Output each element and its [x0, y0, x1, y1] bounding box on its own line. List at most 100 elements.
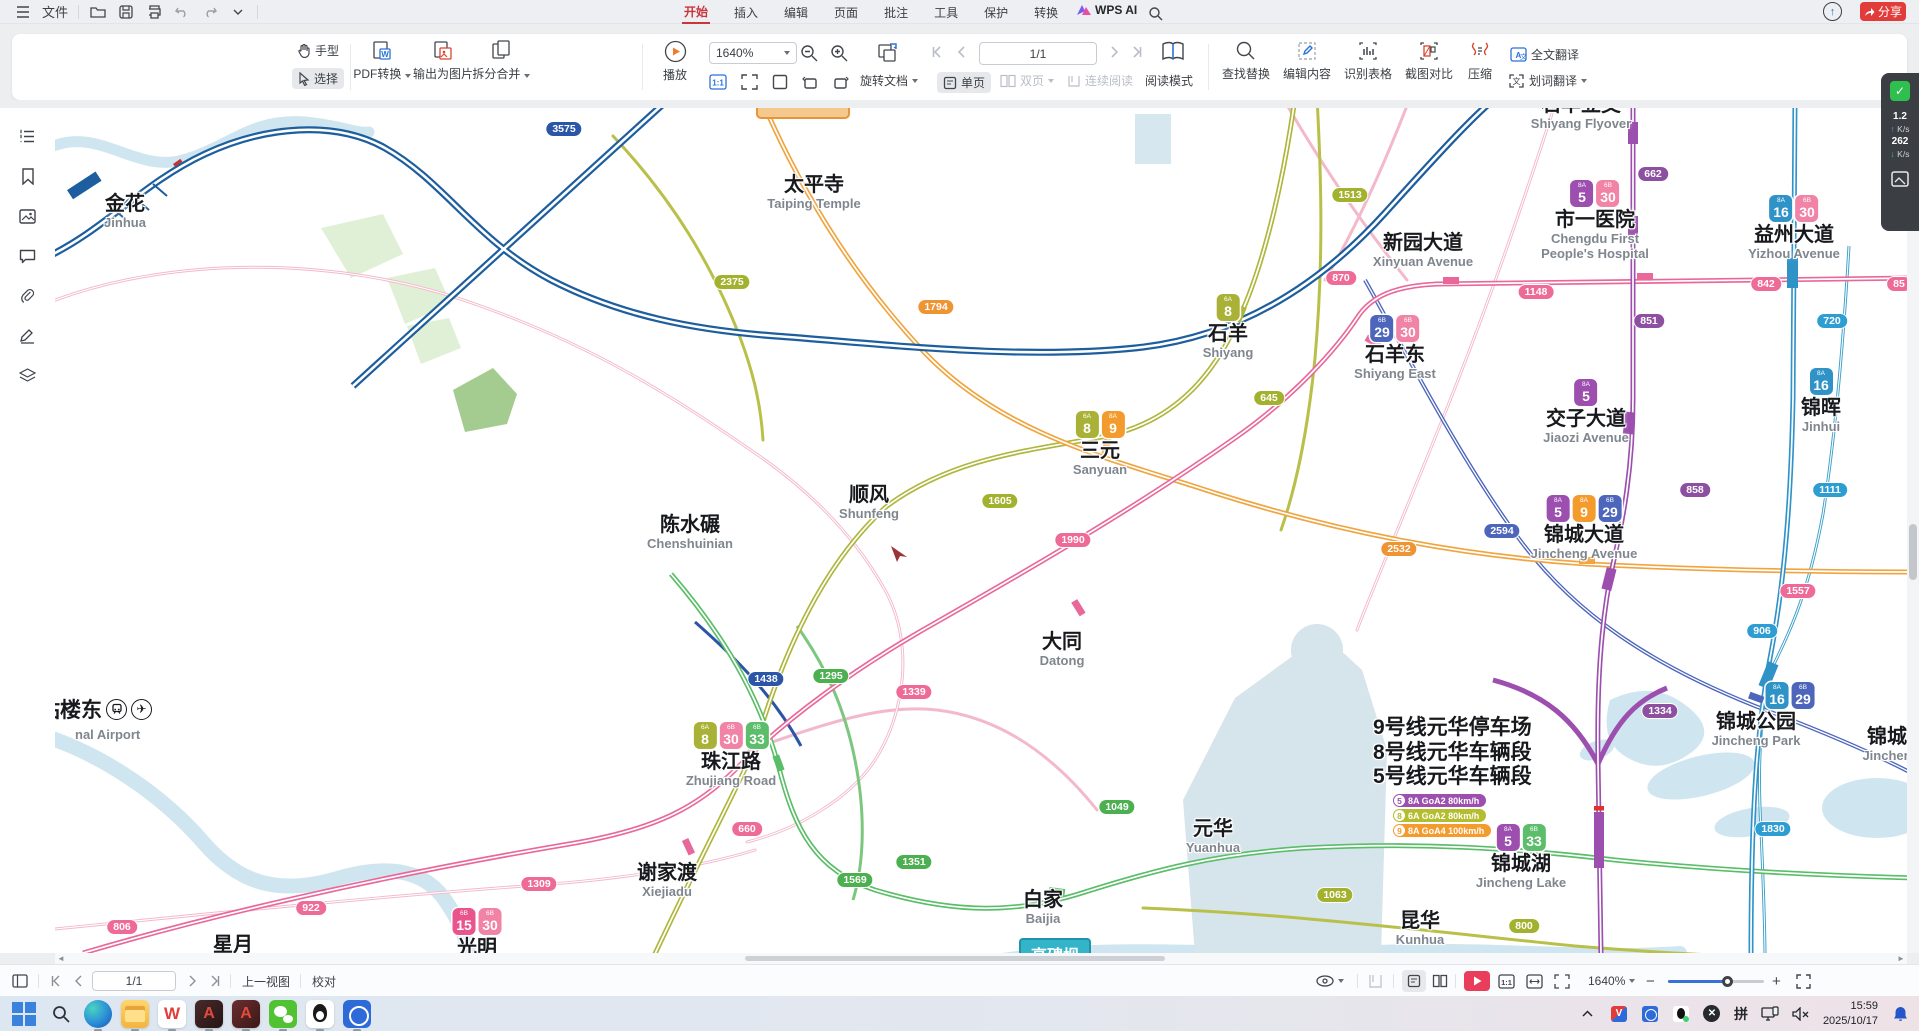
tab-保护[interactable]: 保护	[982, 0, 1010, 24]
tab-编辑[interactable]: 编辑	[782, 0, 810, 24]
actual-size-button[interactable]: 1:1	[1498, 965, 1515, 997]
export-image-button[interactable]: 输出为图片	[410, 40, 476, 82]
fit-page-button[interactable]	[1554, 965, 1570, 997]
tab-页面[interactable]: 页面	[832, 0, 860, 24]
bookmark-icon[interactable]	[0, 156, 55, 196]
scroll-left-arrow[interactable]: ◄	[55, 954, 67, 963]
single-page-view-button[interactable]	[1402, 970, 1426, 992]
uc-tray-icon[interactable]	[1641, 1005, 1659, 1023]
taskbar-app-acad[interactable]: A	[195, 1000, 223, 1028]
page-number-input[interactable]: 1/1	[979, 42, 1097, 65]
file-menu[interactable]: 文件	[42, 2, 68, 21]
select-tool-button[interactable]: 选择	[292, 68, 344, 89]
pdf-page-metro-map[interactable]: 9号线元华停车场8号线元华车辆段5号线元华车辆段 58A GoA2 80km/h…	[55, 108, 1907, 953]
tab-工具[interactable]: 工具	[932, 0, 960, 24]
taskbar-app-edge[interactable]	[84, 1000, 112, 1028]
close-x-tray-icon[interactable]: ✕	[1703, 1005, 1721, 1023]
clock[interactable]: 15:59 2025/10/17	[1823, 999, 1878, 1028]
wps-tray-icon[interactable]: V	[1610, 1005, 1628, 1023]
read-mode-icon[interactable]	[1160, 40, 1186, 64]
layers-icon[interactable]	[0, 356, 55, 396]
read-mode-button[interactable]: 阅读模式	[1145, 72, 1193, 89]
zoom-select[interactable]: 1640%	[709, 42, 797, 64]
rotate-doc-button[interactable]: 旋转文档	[860, 72, 918, 89]
ime-pinyin-indicator[interactable]: 拼	[1734, 1004, 1748, 1024]
zoom-in-icon[interactable]	[830, 44, 848, 62]
net-speed-widget[interactable]: ✓ 1.2 ↑ K/s 262 ↓ K/s	[1881, 73, 1919, 231]
fit-page-icon[interactable]	[741, 74, 758, 90]
horizontal-scrollbar-thumb[interactable]	[745, 956, 1165, 961]
save-icon[interactable]	[117, 3, 135, 21]
rotate-right-icon[interactable]	[832, 74, 850, 90]
snap-compare-button[interactable]: 截图对比	[1400, 40, 1458, 82]
tab-开始[interactable]: 开始	[682, 0, 710, 24]
play-slideshow-button[interactable]	[1464, 971, 1490, 991]
taskbar-app-wechat[interactable]	[269, 1000, 297, 1028]
attachment-icon[interactable]	[0, 276, 55, 316]
view-options-button[interactable]	[1316, 965, 1344, 997]
edit-content-button[interactable]: 编辑内容	[1278, 40, 1336, 82]
table-ocr-button[interactable]: 识别表格	[1339, 40, 1397, 82]
scroll-right-arrow[interactable]: ►	[1895, 954, 1907, 963]
hand-tool-button[interactable]: 手型	[297, 42, 339, 59]
taskbar-app-qq[interactable]	[306, 1000, 334, 1028]
taskbar-app-acad2[interactable]: A	[232, 1000, 260, 1028]
zoom-in-button[interactable]: +	[1772, 965, 1781, 997]
zoom-out-icon[interactable]	[800, 44, 818, 62]
single-page-button[interactable]: 单页	[937, 72, 991, 93]
status-zoom-value[interactable]: 1640%	[1588, 965, 1635, 997]
vertical-scrollbar[interactable]	[1907, 108, 1919, 953]
notification-bell-icon[interactable]	[1891, 1005, 1909, 1023]
find-replace-button[interactable]: 查找替换	[1217, 40, 1275, 82]
taskbar-app-search[interactable]	[47, 1000, 75, 1028]
taskbar-app-start[interactable]	[10, 1000, 38, 1028]
translate-word-button[interactable]: 文 划词翻译	[1508, 72, 1587, 89]
double-page-view-button[interactable]	[1432, 965, 1448, 997]
play-button[interactable]: 播放	[650, 40, 700, 83]
open-folder-icon[interactable]	[89, 3, 107, 21]
hamburger-menu-icon[interactable]	[14, 3, 32, 21]
signature-icon[interactable]	[0, 316, 55, 356]
tab-插入[interactable]: 插入	[732, 0, 760, 24]
rotate-left-icon[interactable]	[801, 74, 819, 90]
compress-button[interactable]: 压缩	[1458, 40, 1502, 82]
qq-tray-icon[interactable]	[1672, 1005, 1690, 1023]
zoom-out-button[interactable]: −	[1646, 965, 1655, 997]
prev-view-button[interactable]: 上一视图	[242, 965, 290, 997]
network-icon[interactable]	[1761, 1005, 1779, 1023]
page-organize-icon[interactable]	[876, 42, 900, 64]
print-icon[interactable]	[145, 3, 163, 21]
tab-批注[interactable]: 批注	[882, 0, 910, 24]
fullscreen-button[interactable]	[1796, 965, 1811, 997]
horizontal-scrollbar[interactable]: ◄ ►	[55, 953, 1907, 964]
split-merge-button[interactable]: 拆分合并	[470, 40, 532, 82]
panel-toggle-icon[interactable]	[12, 965, 28, 997]
taskbar-app-uc[interactable]	[343, 1000, 371, 1028]
upload-icon[interactable]: ↑	[1823, 2, 1842, 21]
zoom-slider[interactable]	[1668, 980, 1764, 983]
proofread-button[interactable]: 校对	[312, 965, 336, 997]
fit-width-button[interactable]	[1526, 965, 1543, 997]
chevron-down-icon[interactable]	[229, 3, 247, 21]
actual-size-icon[interactable]: 1:1	[709, 74, 727, 90]
wps-ai-menu[interactable]: WPS AI	[1077, 3, 1137, 17]
taskbar-app-wps[interactable]: W	[158, 1000, 186, 1028]
search-icon[interactable]	[1146, 4, 1164, 22]
taskbar-app-explorer[interactable]	[121, 1000, 149, 1028]
share-button[interactable]: 分享	[1860, 2, 1906, 21]
pdf-convert-button[interactable]: W PDF转换	[352, 40, 412, 82]
screenshot-widget-icon[interactable]	[1891, 171, 1909, 187]
status-page-input[interactable]: 1/1	[92, 971, 176, 991]
tray-expand-icon[interactable]	[1579, 1005, 1597, 1023]
outline-icon[interactable]	[0, 116, 55, 156]
vertical-scrollbar-thumb[interactable]	[1909, 524, 1917, 580]
comment-panel-icon[interactable]	[0, 236, 55, 276]
zoom-slider-knob[interactable]	[1722, 976, 1733, 987]
translate-full-button[interactable]: A文 全文翻译	[1510, 46, 1579, 63]
tab-转换[interactable]: 转换	[1032, 0, 1060, 24]
fit-width-icon[interactable]	[772, 74, 788, 90]
volume-muted-icon[interactable]	[1792, 1005, 1810, 1023]
undo-icon[interactable]	[173, 3, 191, 21]
image-panel-icon[interactable]	[0, 196, 55, 236]
redo-icon[interactable]	[201, 3, 219, 21]
